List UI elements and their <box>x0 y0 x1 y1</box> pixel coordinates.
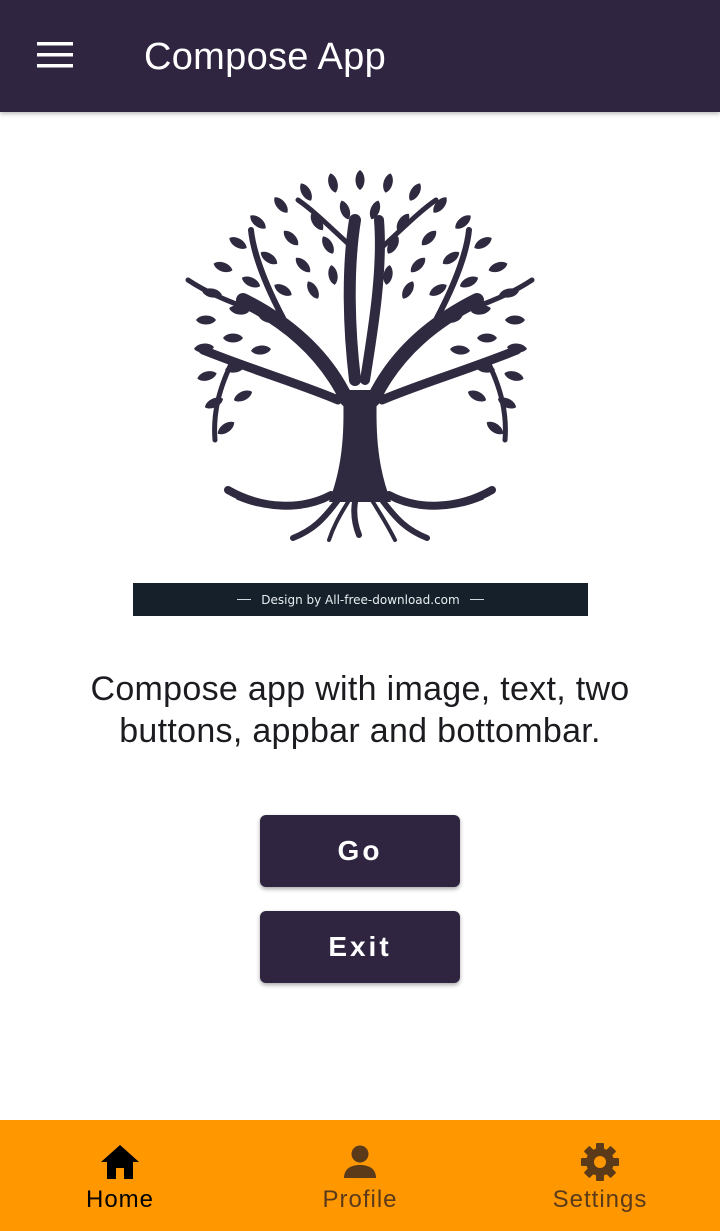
divider <box>469 599 484 600</box>
exit-button[interactable]: Exit <box>260 911 460 983</box>
tree-of-life-image <box>185 170 535 542</box>
top-app-bar: Compose App <box>0 0 720 112</box>
person-icon <box>338 1140 382 1184</box>
divider <box>237 599 252 600</box>
app-title: Compose App <box>144 36 387 78</box>
nav-item-home[interactable]: Home <box>0 1120 240 1231</box>
hamburger-menu-icon <box>37 42 73 68</box>
bottom-navigation-bar: Home Profile Settings <box>0 1120 720 1231</box>
nav-label-profile: Profile <box>322 1185 398 1213</box>
go-button[interactable]: Go <box>260 815 460 887</box>
nav-item-profile[interactable]: Profile <box>240 1120 480 1231</box>
image-credit-bar: Design by All-free-download.com <box>133 583 588 616</box>
nav-label-home: Home <box>85 1185 155 1213</box>
gear-icon <box>578 1140 622 1184</box>
nav-item-settings[interactable]: Settings <box>480 1120 720 1231</box>
home-icon <box>98 1140 142 1184</box>
description-text: Compose app with image, text, two button… <box>90 670 630 750</box>
nav-label-settings: Settings <box>552 1185 648 1213</box>
app-root: Compose App Design by All-free-download.… <box>0 0 720 1231</box>
image-credit-text: Design by All-free-download.com <box>261 592 460 607</box>
menu-button[interactable] <box>24 30 88 82</box>
